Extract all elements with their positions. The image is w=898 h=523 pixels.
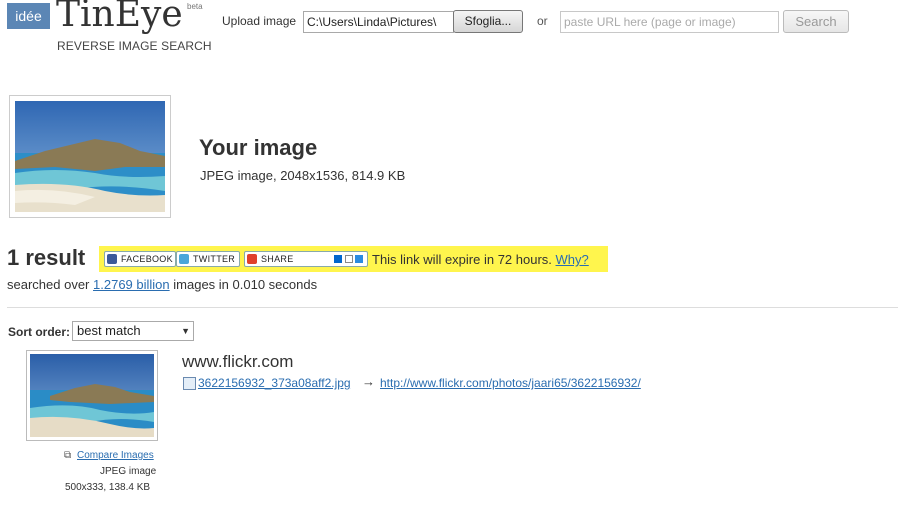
addthis-share-button[interactable]: SHARE [244,251,368,267]
browse-button[interactable]: Sfoglia... [453,10,523,33]
tagline: REVERSE IMAGE SEARCH [57,39,212,53]
query-meta: JPEG image, 2048x1536, 814.9 KB [200,168,406,183]
share-icon [247,254,257,264]
query-title: Your image [199,135,318,160]
expire-text: This link will expire in 72 hours. [372,252,552,267]
facebook-icon [107,254,117,264]
twitter-share-button[interactable]: TWITTER [176,251,240,267]
beta-label: beta [187,2,203,11]
compare-icon: ⧉ [64,450,72,461]
searched-prefix: searched over [7,277,90,292]
or-label: or [537,14,548,28]
search-button[interactable]: Search [783,10,849,33]
match-thumbnail[interactable] [26,350,158,441]
expire-notice: This link will expire in 72 hours. Why? [372,252,589,267]
match-page-link[interactable]: http://www.flickr.com/photos/jaari65/362… [380,376,641,390]
image-file-icon [183,377,196,390]
divider [7,307,898,308]
query-image [15,101,165,212]
tineye-logo[interactable]: TinEye [56,0,183,35]
share-label: SHARE [261,254,294,264]
match-image [30,354,154,437]
file-path-field[interactable]: C:\Users\Linda\Pictures\ [303,11,454,33]
compare-images-link[interactable]: Compare Images [77,450,154,461]
match-domain: www.flickr.com [182,352,294,371]
facebook-label: FACEBOOK [121,254,173,264]
dropdown-arrow-icon: ▼ [181,326,190,336]
upload-label: Upload image [222,14,297,28]
query-image-thumbnail[interactable] [9,95,171,218]
searched-suffix: images in 0.010 seconds [173,277,318,292]
match-size: 500x333, 138.4 KB [65,482,151,493]
twitter-label: TWITTER [193,254,236,264]
match-image-link[interactable]: 3622156932_373a08aff2.jpg [198,376,351,390]
match-type: JPEG image [100,466,157,477]
search-stats: searched over 1.2769 billion images in 0… [7,277,317,292]
social-icons [334,254,364,264]
result-count: 1 result [7,245,86,270]
sort-selected-value: best match [77,323,141,338]
arrow-separator: → [362,374,375,389]
sort-order-select[interactable]: best match ▼ [72,321,194,341]
twitter-icon [179,254,189,264]
index-size-link[interactable]: 1.2769 billion [93,277,170,292]
facebook-share-button[interactable]: FACEBOOK [104,251,176,267]
share-bar: FACEBOOK TWITTER SHARE This link will ex… [99,246,608,272]
sort-label: Sort order: [8,325,71,339]
why-link[interactable]: Why? [556,252,589,267]
idee-badge[interactable]: idée [7,3,50,29]
url-input[interactable]: paste URL here (page or image) [560,11,779,33]
